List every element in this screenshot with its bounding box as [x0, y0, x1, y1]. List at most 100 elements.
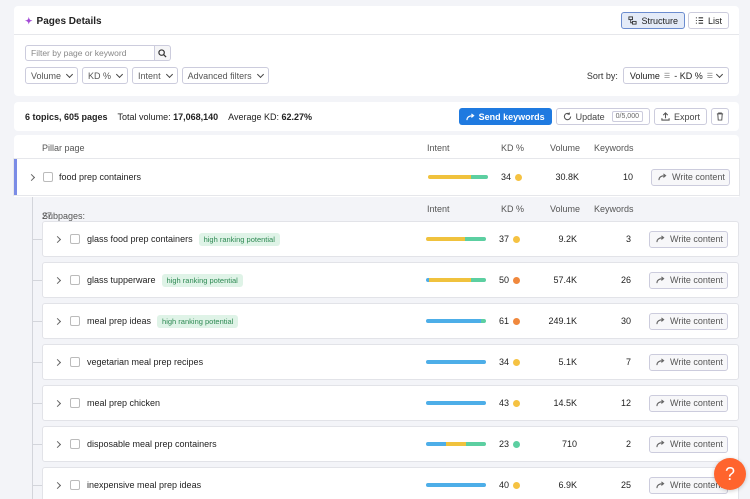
volume-filter[interactable]: Volume: [25, 67, 79, 84]
share-arrow-icon: [656, 440, 665, 448]
ranking-badge: high ranking potential: [157, 314, 239, 328]
intent-bar: [426, 237, 486, 241]
volume-value: 14.5K: [553, 398, 577, 408]
share-arrow-icon: [465, 112, 475, 120]
sort-desc-icon: ☰: [706, 72, 713, 80]
write-content-button[interactable]: Write content: [649, 312, 728, 330]
average-kd-value: 62.27%: [281, 112, 313, 122]
list-view-button[interactable]: List: [687, 12, 729, 29]
row-checkbox[interactable]: [70, 263, 80, 297]
kd-value: 23: [498, 439, 509, 449]
kd-dot: [513, 358, 520, 366]
kd-filter[interactable]: KD %: [82, 67, 129, 84]
intent-segment: [426, 237, 465, 241]
table-row[interactable]: disposable meal prep containers 23 710 2 Wri…: [42, 426, 739, 462]
kd-dot: [513, 481, 520, 489]
row-checkbox[interactable]: [70, 386, 80, 420]
sort-secondary: - KD %: [674, 70, 703, 81]
subpage-keyword[interactable]: inexpensive meal prep ideas: [87, 480, 201, 490]
subpage-keyword[interactable]: glass tupperware: [87, 275, 156, 285]
expand-toggle[interactable]: [53, 386, 62, 420]
export-button[interactable]: Export: [653, 108, 707, 125]
expand-toggle[interactable]: [53, 427, 62, 461]
subpage-keyword[interactable]: meal prep ideas: [87, 316, 151, 326]
row-checkbox[interactable]: [70, 304, 80, 338]
intent-bar: [426, 360, 486, 364]
table-row[interactable]: glass tupperware high ranking potential 50…: [42, 262, 739, 298]
advanced-filters[interactable]: Advanced filters: [181, 67, 269, 84]
write-content-cell: Write content: [649, 386, 728, 420]
checkbox[interactable]: [43, 172, 53, 182]
delete-button[interactable]: [711, 108, 729, 125]
pillar-row[interactable]: food prep containers 34 30.8K 10 Write c…: [14, 159, 739, 195]
expand-toggle[interactable]: [53, 468, 62, 499]
kd-cell: 37: [485, 222, 520, 256]
intent-bar: [426, 442, 486, 446]
row-checkbox[interactable]: [43, 159, 53, 195]
search-input[interactable]: Filter by page or keyword: [25, 45, 155, 61]
subpage-keyword-cell: meal prep ideas high ranking potential: [87, 304, 239, 338]
ranking-badge: high ranking potential: [161, 273, 243, 287]
subpage-keyword[interactable]: vegetarian meal prep recipes: [87, 357, 203, 367]
checkbox[interactable]: [70, 316, 80, 326]
volume-value: 249.1K: [548, 316, 577, 326]
write-content-button[interactable]: Write content: [649, 271, 728, 289]
row-checkbox[interactable]: [70, 427, 80, 461]
help-button[interactable]: ?: [714, 458, 746, 490]
table-row[interactable]: meal prep chicken 43 14.5K 12 Write content: [42, 385, 739, 421]
expand-toggle[interactable]: [27, 159, 36, 195]
expand-toggle[interactable]: [53, 263, 62, 297]
checkbox[interactable]: [70, 275, 80, 285]
kd-value: 34: [500, 172, 511, 182]
table-row[interactable]: meal prep ideas high ranking potential 61 2…: [42, 303, 739, 339]
checkbox[interactable]: [70, 398, 80, 408]
write-content-button[interactable]: Write content: [649, 353, 728, 371]
table-row[interactable]: glass food prep containers high ranking p…: [42, 221, 739, 257]
expand-toggle[interactable]: [53, 304, 62, 338]
intent-bar: [428, 175, 488, 179]
sort-dropdown[interactable]: Volume ☰ - KD % ☰: [622, 67, 729, 84]
subpages-header: Subpages: 27 Intent KD % Volume Keywords: [14, 197, 739, 221]
update-label: Update: [575, 111, 605, 122]
kd-filter-label: KD %: [88, 70, 112, 81]
intent-header: Intent: [427, 143, 450, 153]
chevron-down-icon: [65, 70, 74, 78]
keywords-header: Keywords: [594, 204, 634, 214]
subpage-keyword[interactable]: disposable meal prep containers: [87, 439, 217, 449]
write-content-button[interactable]: Write content: [649, 230, 728, 248]
intent-bar: [426, 401, 486, 405]
row-checkbox[interactable]: [70, 468, 80, 499]
write-content-button[interactable]: Write content: [649, 435, 728, 453]
send-keywords-button[interactable]: Send keywords: [458, 108, 552, 125]
sort-desc-icon: ☰: [663, 72, 671, 80]
checkbox[interactable]: [70, 480, 80, 490]
search-button[interactable]: [155, 45, 171, 61]
intent-segment: [426, 401, 486, 405]
checkbox[interactable]: [70, 439, 80, 449]
expand-toggle[interactable]: [53, 345, 62, 379]
subpage-keyword[interactable]: glass food prep containers: [87, 234, 193, 244]
tree-branch: [32, 403, 42, 404]
expand-toggle[interactable]: [53, 222, 62, 256]
subpage-keyword[interactable]: meal prep chicken: [87, 398, 160, 408]
write-content-button[interactable]: Write content: [651, 168, 730, 186]
pillar-keyword[interactable]: food prep containers: [59, 159, 141, 195]
row-checkbox[interactable]: [70, 222, 80, 256]
update-button[interactable]: Update 0/5,000: [555, 108, 650, 125]
chevron-right-icon: [53, 358, 62, 366]
kd-cell: 23: [485, 427, 520, 461]
checkbox[interactable]: [70, 357, 80, 367]
intent-filter[interactable]: Intent: [132, 67, 178, 84]
write-content-cell: Write content: [651, 159, 730, 195]
checkbox[interactable]: [70, 234, 80, 244]
intent-header: Intent: [427, 204, 450, 214]
tree-connector: [32, 197, 33, 499]
table-row[interactable]: vegetarian meal prep recipes 34 5.1K 7 Write…: [42, 344, 739, 380]
action-buttons: Send keywords Update 0/5,000 Export: [458, 108, 729, 125]
intent-segment: [429, 278, 471, 282]
write-content-button[interactable]: Write content: [649, 394, 728, 412]
structure-view-button[interactable]: Structure: [621, 12, 685, 29]
share-arrow-icon: [656, 276, 665, 284]
row-checkbox[interactable]: [70, 345, 80, 379]
table-row[interactable]: inexpensive meal prep ideas 40 6.9K 25 Write…: [42, 467, 739, 499]
